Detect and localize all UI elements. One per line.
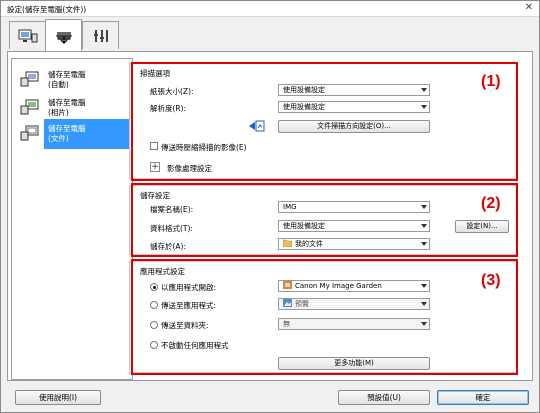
open-with-label: 以應用程式開啟: bbox=[161, 283, 217, 292]
chevron-down-icon bbox=[421, 322, 427, 326]
scanner-icon bbox=[55, 32, 72, 44]
computer-scan-icon bbox=[18, 29, 37, 42]
resolution-value: 使用設備設定 bbox=[283, 103, 325, 111]
format-settings-button[interactable]: 設定(N)... bbox=[455, 220, 509, 233]
orientation-settings-button[interactable]: 文件掃描方向設定(O)... bbox=[278, 120, 430, 133]
ok-button[interactable]: 確定 bbox=[437, 390, 529, 405]
send-to-folder-select[interactable]: 無 bbox=[278, 318, 430, 330]
document-orientation-icon bbox=[249, 120, 265, 132]
annotation-number-1: (1) bbox=[481, 73, 501, 90]
auto-save-icon bbox=[20, 71, 39, 87]
scan-options-group: 掃描選項 紙張大小(Z): 使用設備設定 解析度(R): 使用設備設定 文件掃描… bbox=[129, 63, 518, 179]
send-to-app-value: 預覽 bbox=[295, 300, 309, 308]
preview-icon bbox=[283, 299, 292, 307]
paper-size-value: 使用設備設定 bbox=[283, 86, 325, 94]
sidebar-item-photo[interactable]: 儲存至電腦 (相片) bbox=[18, 95, 130, 121]
tab-scanner-button[interactable] bbox=[45, 19, 82, 52]
sidebar-item-label: 儲存至電腦 (自動) bbox=[48, 70, 86, 89]
sidebar-item-label: 儲存至電腦 (文件) bbox=[48, 124, 86, 143]
app-settings-title: 應用程式設定 bbox=[140, 267, 185, 276]
close-icon[interactable]: ✕ bbox=[525, 2, 533, 13]
filename-combo[interactable]: IMG bbox=[278, 201, 430, 213]
save-settings-group: 儲存設定 檔案名稱(E): IMG 資料格式(T): 使用設備設定 設定(N).… bbox=[129, 185, 518, 255]
tab-general[interactable] bbox=[82, 21, 119, 49]
send-to-app-label: 傳送至應用程式: bbox=[161, 301, 217, 310]
tools-icon bbox=[93, 29, 108, 42]
save-in-value: 我的文件 bbox=[295, 240, 323, 248]
app-settings-group: 應用程式設定 以應用程式開啟: Canon My Image Garden 傳送… bbox=[129, 261, 518, 373]
chevron-down-icon bbox=[421, 224, 427, 228]
paper-size-select[interactable]: 使用設備設定 bbox=[278, 84, 430, 96]
settings-window: 設定(儲存至電腦(文件)) ✕ 儲存至電腦 (自動) 儲存至電腦 (相片) 儲存… bbox=[0, 0, 540, 413]
defaults-button[interactable]: 預設值(U) bbox=[338, 390, 430, 405]
chevron-down-icon bbox=[421, 302, 427, 306]
document-save-icon bbox=[20, 125, 39, 141]
annotation-number-3: (3) bbox=[481, 272, 501, 289]
send-to-folder-label: 傳送至資料夾: bbox=[161, 321, 209, 330]
data-format-value: 使用設備設定 bbox=[283, 222, 325, 230]
title-bar: 設定(儲存至電腦(文件)) ✕ bbox=[1, 1, 539, 17]
sidebar-item-label: 儲存至電腦 (相片) bbox=[48, 98, 86, 117]
scan-options-title: 掃描選項 bbox=[140, 69, 170, 78]
chevron-down-icon bbox=[421, 242, 427, 246]
filename-label: 檔案名稱(E): bbox=[150, 205, 194, 214]
window-title: 設定(儲存至電腦(文件)) bbox=[7, 5, 87, 14]
chevron-down-icon bbox=[421, 205, 427, 209]
send-to-folder-value: 無 bbox=[283, 320, 290, 328]
open-with-select[interactable]: Canon My Image Garden bbox=[278, 280, 430, 292]
sidebar-list: 儲存至電腦 (自動) 儲存至電腦 (相片) 儲存至電腦 (文件) bbox=[11, 58, 150, 380]
save-in-label: 儲存於(A): bbox=[150, 242, 187, 251]
sidebar-item-auto[interactable]: 儲存至電腦 (自動) bbox=[18, 67, 130, 93]
compress-checkbox-label: 傳送時壓縮掃描的影像(E) bbox=[161, 143, 247, 152]
resolution-select[interactable]: 使用設備設定 bbox=[278, 101, 430, 113]
image-processing-label[interactable]: 影像處理設定 bbox=[167, 163, 212, 174]
open-with-value: Canon My Image Garden bbox=[295, 282, 382, 290]
photo-save-icon bbox=[20, 99, 39, 115]
annotation-number-2: (2) bbox=[481, 195, 501, 212]
data-format-label: 資料格式(T): bbox=[150, 224, 193, 233]
send-to-app-radio[interactable] bbox=[150, 301, 158, 309]
data-format-select[interactable]: 使用設備設定 bbox=[278, 220, 430, 232]
expand-plus-icon[interactable]: + bbox=[150, 162, 160, 172]
filename-value: IMG bbox=[283, 203, 297, 211]
no-launch-label: 不啟動任何應用程式 bbox=[161, 341, 229, 350]
save-settings-title: 儲存設定 bbox=[140, 191, 170, 200]
no-launch-radio[interactable] bbox=[150, 341, 158, 349]
sidebar-item-document[interactable]: 儲存至電腦 (文件) bbox=[18, 119, 150, 149]
send-to-app-select[interactable]: 預覽 bbox=[278, 298, 430, 310]
tab-scan-to-pc[interactable] bbox=[9, 21, 46, 49]
resolution-label: 解析度(R): bbox=[150, 104, 187, 113]
chevron-down-icon bbox=[421, 88, 427, 92]
save-in-select[interactable]: 我的文件 bbox=[278, 238, 430, 250]
image-garden-icon bbox=[283, 281, 292, 289]
more-functions-button[interactable]: 更多功能(M) bbox=[278, 357, 430, 370]
chevron-down-icon bbox=[421, 105, 427, 109]
compress-checkbox[interactable] bbox=[150, 142, 158, 150]
help-button[interactable]: 使用說明(I) bbox=[15, 390, 101, 405]
send-to-folder-radio[interactable] bbox=[150, 321, 158, 329]
chevron-down-icon bbox=[421, 284, 427, 288]
folder-icon bbox=[283, 239, 292, 247]
open-with-radio[interactable] bbox=[150, 283, 158, 291]
paper-size-label: 紙張大小(Z): bbox=[150, 87, 194, 96]
